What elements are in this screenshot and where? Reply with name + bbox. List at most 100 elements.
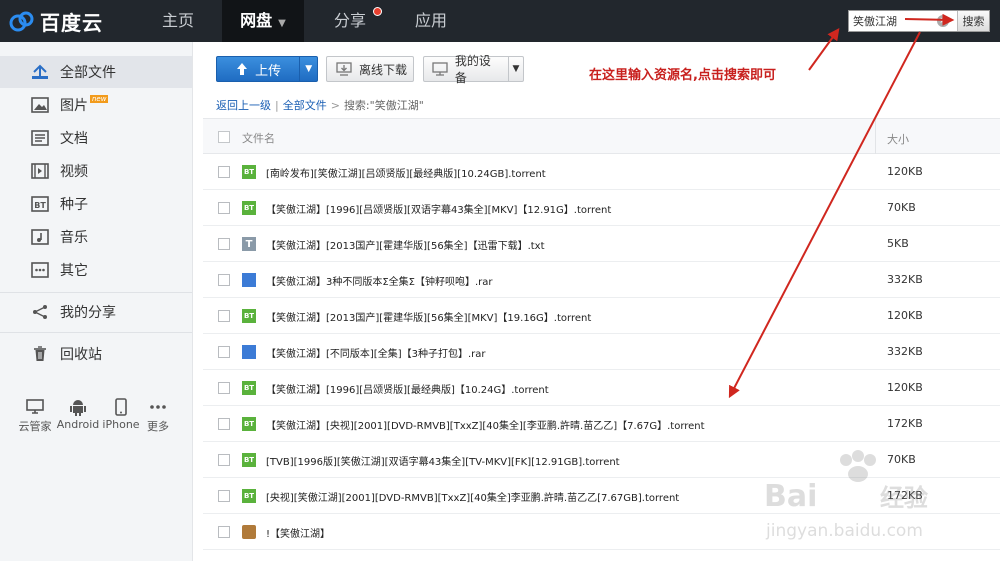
share-icon [30,302,50,322]
table-row[interactable]: 【笑傲江湖】[不同版本][全集]【3种子打包】.rar 332KB [203,334,1000,370]
table-row[interactable]: 【笑傲江湖】3种不同版本Σ全集Σ【钟籽呗咆】.rar 332KB [203,262,1000,298]
bt-file-icon: BT [242,165,256,179]
sidebar-divider [0,292,192,293]
sidebar-item-other[interactable]: 其它 [0,254,192,286]
search-box: × 搜索 [848,10,990,32]
table-row[interactable]: BT [南岭发布][笑傲江湖][吕颂贤版][最经典版][10.24GB].torr… [203,154,1000,190]
device-label: 更多 [147,420,169,433]
select-all-checkbox[interactable] [218,131,230,143]
sidebar-item-images[interactable]: 图片 new [0,89,192,121]
file-name[interactable]: 【笑傲江湖】[央视][2001][DVD-RMVB][TxxZ][40集全][李… [266,417,705,432]
row-checkbox[interactable] [218,274,230,286]
my-devices-label: 我的设备 [454,54,491,85]
row-checkbox[interactable] [218,454,230,466]
file-name[interactable]: 【笑傲江湖】3种不同版本Σ全集Σ【钟籽呗咆】.rar [266,273,493,288]
sidebar-item-label: 文档 [60,131,88,147]
file-name[interactable]: 【笑傲江湖】[1996][吕颂贤版][最经典版]【10.24G】.torrent [266,381,549,396]
app-root: 百度云 主页 网盘 ▼ 分享 应用 × 搜索 全部文件 图片 new [0,0,1000,561]
file-size: 120KB [887,309,923,322]
column-divider [875,119,876,154]
ellipsis-icon [136,396,180,418]
cloud-logo-icon [9,11,34,32]
row-checkbox[interactable] [218,490,230,502]
file-size: 120KB [887,381,923,394]
breadcrumb-back-link[interactable]: 返回上一级 [216,99,271,112]
bt-file-icon: BT [242,309,256,323]
file-name[interactable]: 【笑傲江湖】[不同版本][全集]【3种子打包】.rar [266,345,486,360]
column-header-size[interactable]: 大小 [887,131,909,147]
bt-file-icon: BT [242,417,256,431]
chevron-down-icon[interactable]: ▼ [507,57,523,81]
file-name[interactable]: 【笑傲江湖】[2013国产][霍建华版][56集全]【迅雷下载】.txt [266,237,545,252]
nav-home[interactable]: 主页 [138,0,218,42]
table-row[interactable]: !【笑傲江湖】 [203,514,1000,550]
table-row[interactable]: T 【笑傲江湖】[2013国产][霍建华版][56集全]【迅雷下载】.txt 5KB [203,226,1000,262]
folder-file-icon [242,525,256,539]
table-row[interactable]: BT [TVB][1996版][笑傲江湖][双语字幕43集全][TV-MKV][F… [203,442,1000,478]
device-cloud-manager[interactable]: 云管家 [13,396,57,434]
upload-icon [237,63,248,75]
logo[interactable]: 百度云 [8,6,103,36]
chevron-down-icon: ▼ [278,18,286,29]
file-name[interactable]: [TVB][1996版][笑傲江湖][双语字幕43集全][TV-MKV][FK]… [266,453,620,468]
file-name[interactable]: [南岭发布][笑傲江湖][吕颂贤版][最经典版][10.24GB].torren… [266,165,546,180]
bt-file-icon: BT [242,201,256,215]
sidebar-item-recycle-bin[interactable]: 回收站 [0,338,192,370]
device-android[interactable]: Android [56,396,100,431]
sidebar-item-label: 图片 [60,98,88,114]
row-checkbox[interactable] [218,238,230,250]
file-name[interactable]: !【笑傲江湖】 [266,525,330,540]
upload-button[interactable]: 上传 ▼ [216,56,318,82]
table-row[interactable]: BT 【笑傲江湖】[央视][2001][DVD-RMVB][TxxZ][40集全]… [203,406,1000,442]
sidebar-item-all-files[interactable]: 全部文件 [0,56,192,88]
table-body: BT [南岭发布][笑傲江湖][吕颂贤版][最经典版][10.24GB].torr… [203,154,1000,550]
row-checkbox[interactable] [218,310,230,322]
row-checkbox[interactable] [218,202,230,214]
file-size: 70KB [887,453,916,466]
document-icon [30,128,50,148]
nav-netdisk[interactable]: 网盘 ▼ [222,0,304,42]
file-name[interactable]: 【笑傲江湖】[1996][吕颂贤版][双语字幕43集全][MKV]【12.91G… [266,201,611,216]
table-row[interactable]: BT 【笑傲江湖】[2013国产][霍建华版][56集全][MKV]【19.16G… [203,298,1000,334]
bt-file-icon: BT [242,489,256,503]
sidebar-item-my-shares[interactable]: 我的分享 [0,296,192,328]
sidebar-item-label: 其它 [60,263,88,279]
device-label: 云管家 [18,420,52,433]
video-icon [30,161,50,181]
device-more[interactable]: 更多 [136,396,180,434]
row-checkbox[interactable] [218,418,230,430]
device-icon [432,61,449,77]
row-checkbox[interactable] [218,346,230,358]
clear-icon[interactable]: × [937,15,949,27]
upload-menu-toggle[interactable]: ▼ [299,57,317,81]
sidebar-item-label: 全部文件 [60,65,116,81]
sidebar-item-videos[interactable]: 视频 [0,155,192,187]
nav-share-label: 分享 [333,11,366,30]
nav-share[interactable]: 分享 [310,0,390,42]
bt-file-icon: BT [242,453,256,467]
sidebar-item-torrents[interactable]: BT 种子 [0,188,192,220]
offline-download-label: 离线下载 [359,62,408,77]
offline-download-button[interactable]: 离线下载 [326,56,414,82]
row-checkbox[interactable] [218,526,230,538]
table-row[interactable]: BT 【笑傲江湖】[1996][吕颂贤版][双语字幕43集全][MKV]【12.9… [203,190,1000,226]
download-icon [335,61,353,77]
row-checkbox[interactable] [218,166,230,178]
row-checkbox[interactable] [218,382,230,394]
sidebar-item-music[interactable]: 音乐 [0,221,192,253]
my-devices-button[interactable]: 我的设备 ▼ [423,54,524,85]
column-header-name[interactable]: 文件名 [242,130,275,146]
table-row[interactable]: BT [央视][笑傲江湖][2001][DVD-RMVB][TxxZ][40集全]… [203,478,1000,514]
file-name[interactable]: [央视][笑傲江湖][2001][DVD-RMVB][TxxZ][40集全]李亚… [266,489,679,504]
sidebar-item-documents[interactable]: 文档 [0,122,192,154]
sidebar: 全部文件 图片 new 文档 视频 BT 种子 音乐 其它 我的分享 回收站 云… [0,42,193,561]
search-button[interactable]: 搜索 [957,11,989,31]
new-badge: new [90,95,109,103]
nav-apps[interactable]: 应用 [392,0,470,42]
upload-main[interactable]: 上传 [217,60,299,79]
file-size: 120KB [887,165,923,178]
file-name[interactable]: 【笑傲江湖】[2013国产][霍建华版][56集全][MKV]【19.16G】.… [266,309,591,324]
breadcrumb-all-files-link[interactable]: 全部文件 [283,99,327,112]
monitor-icon [13,396,57,418]
table-row[interactable]: BT 【笑傲江湖】[1996][吕颂贤版][最经典版]【10.24G】.torre… [203,370,1000,406]
